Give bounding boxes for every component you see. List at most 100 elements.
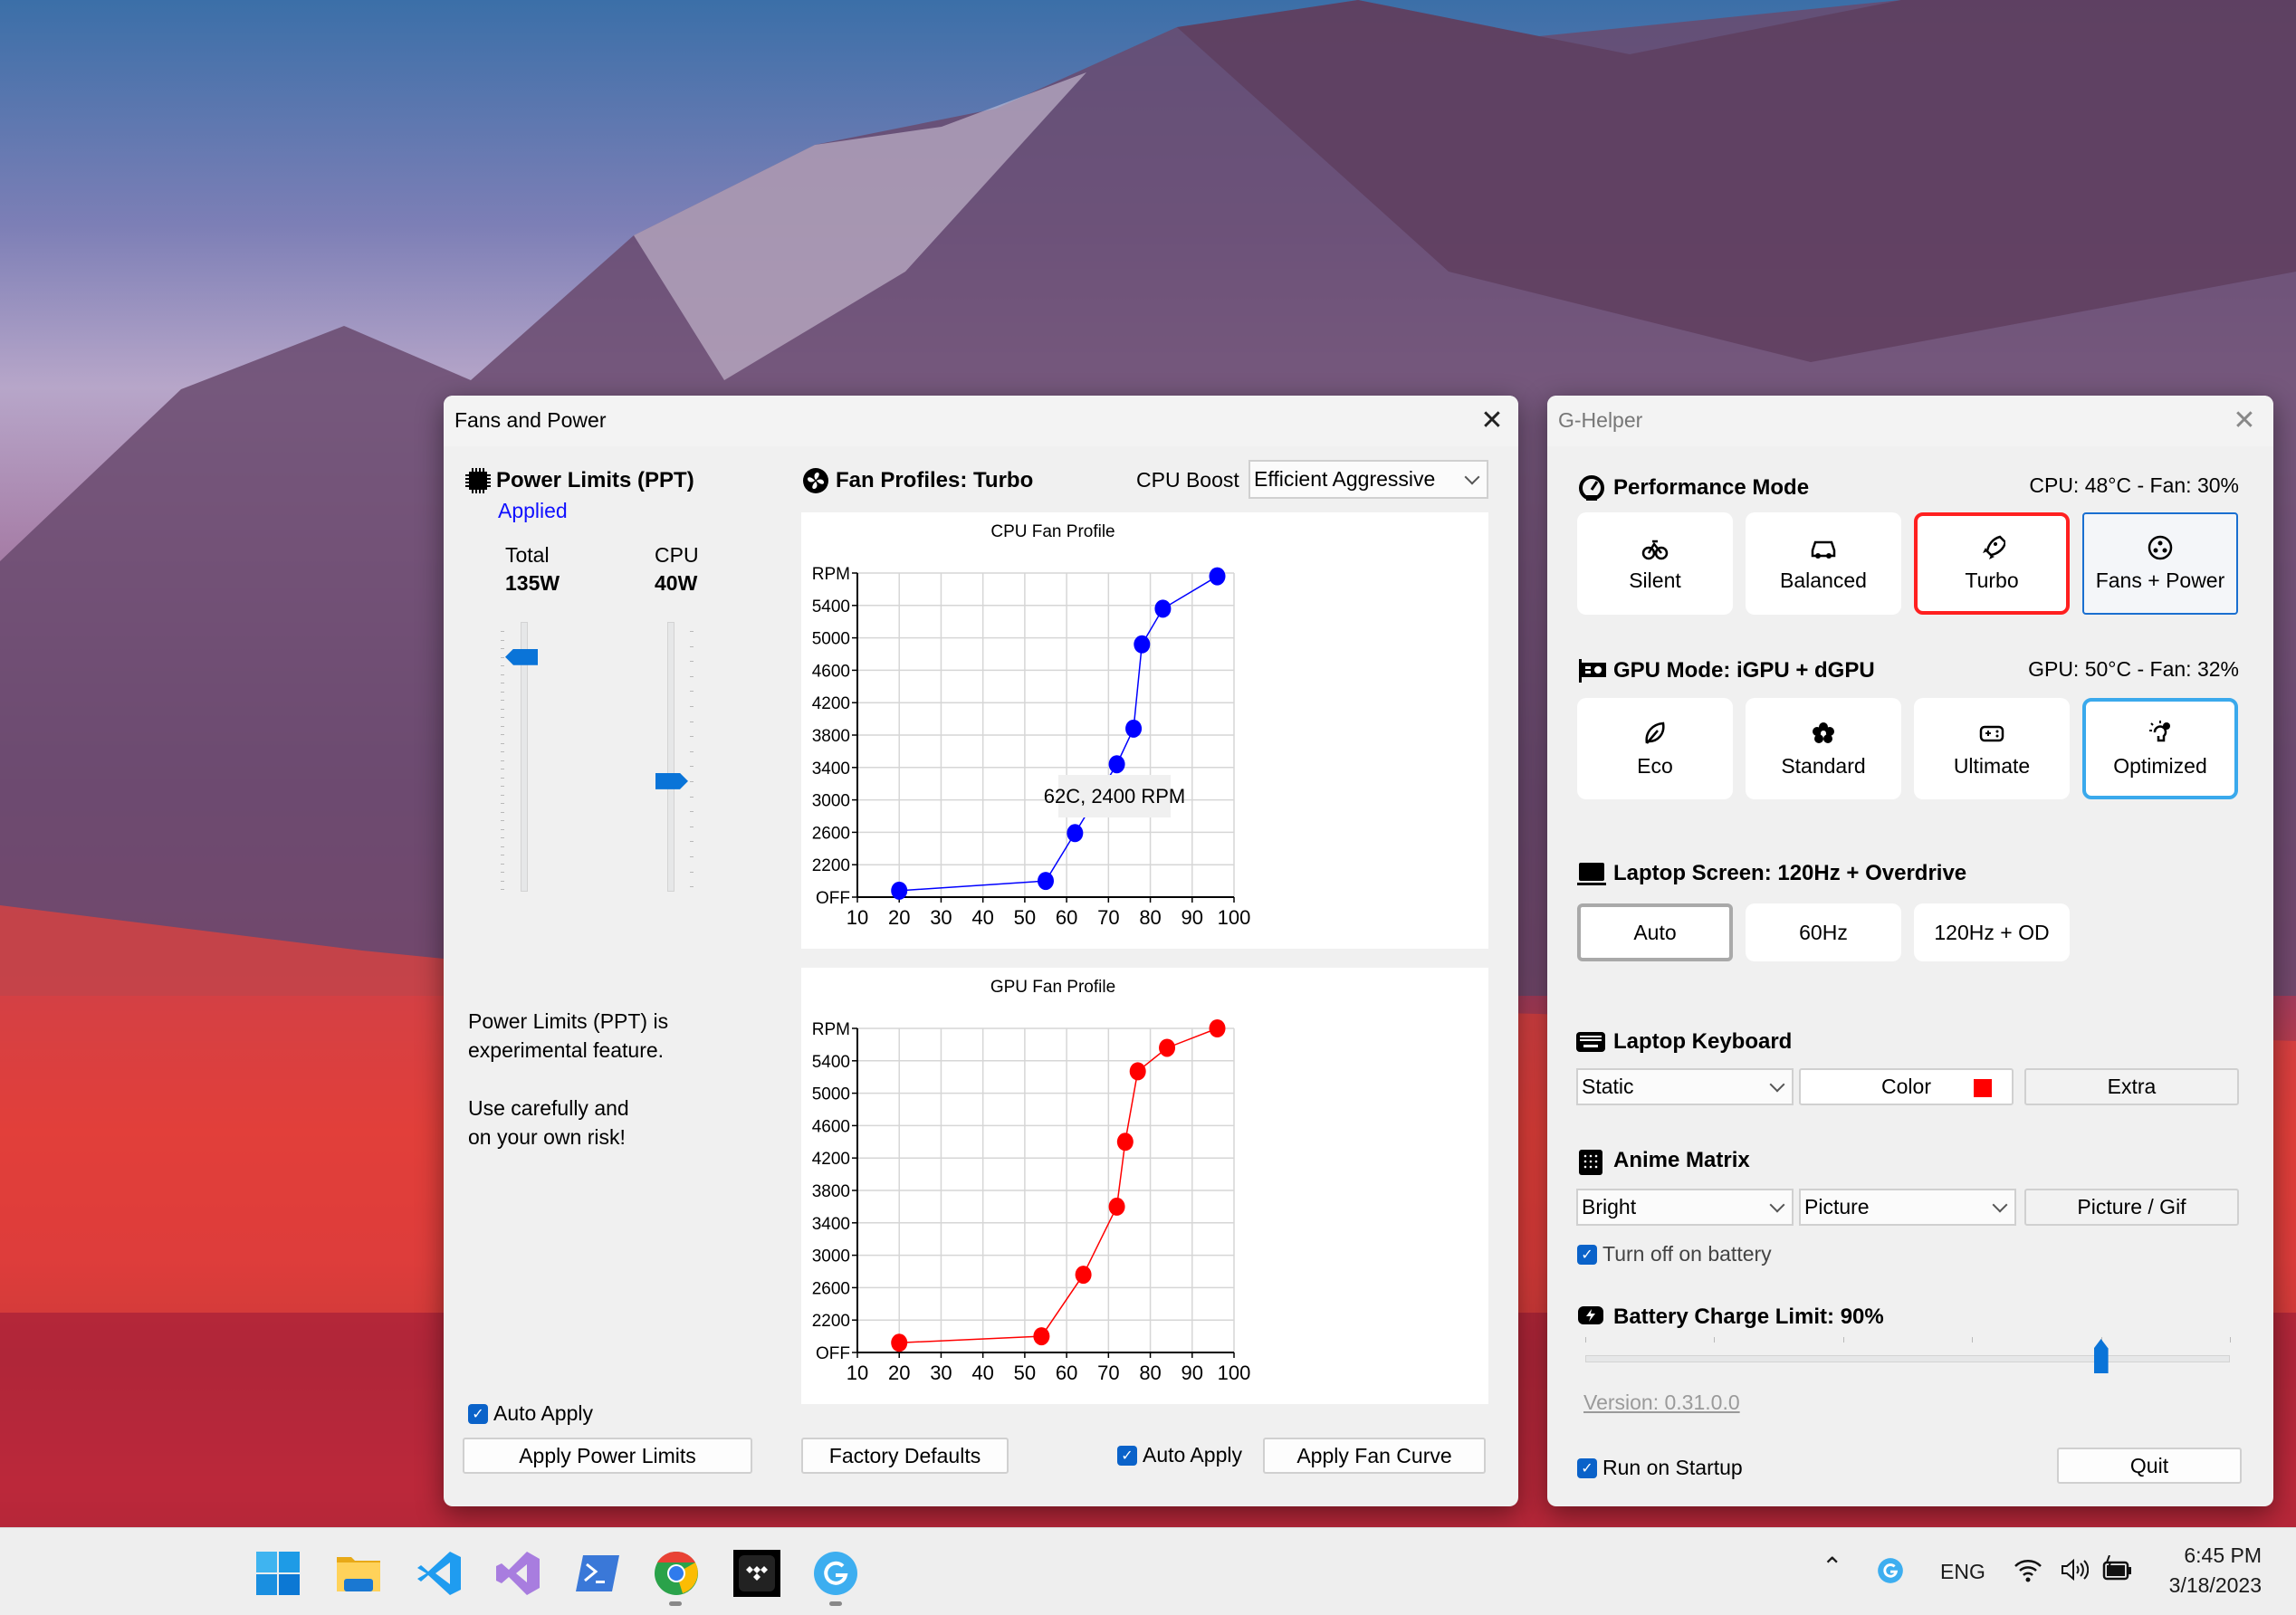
anime-brightness-dropdown[interactable]: Bright bbox=[1576, 1189, 1794, 1226]
anime-mode-dropdown[interactable]: Picture bbox=[1799, 1189, 2016, 1226]
chart-title: CPU Fan Profile bbox=[990, 522, 1115, 541]
data-point[interactable] bbox=[1209, 567, 1226, 586]
checkbox-checked-icon[interactable]: ✓ bbox=[1117, 1445, 1137, 1466]
performance-button-silent[interactable]: Silent bbox=[1577, 512, 1733, 615]
file-explorer-icon[interactable] bbox=[335, 1550, 382, 1597]
windows-start-icon[interactable] bbox=[254, 1550, 301, 1597]
screen-button-60hz[interactable]: 60Hz bbox=[1746, 903, 1901, 961]
volume-icon[interactable] bbox=[2060, 1557, 2089, 1582]
clock-date[interactable]: 3/18/2023 bbox=[2169, 1573, 2262, 1598]
y-tick-label: 5000 bbox=[812, 630, 850, 649]
data-point[interactable] bbox=[1209, 1019, 1226, 1037]
button-label: Auto bbox=[1633, 920, 1677, 944]
data-point[interactable] bbox=[1129, 1062, 1146, 1081]
checkbox-checked-icon[interactable]: ✓ bbox=[1577, 1244, 1597, 1265]
vscode-icon[interactable] bbox=[416, 1550, 463, 1597]
checkbox-checked-icon[interactable]: ✓ bbox=[468, 1403, 488, 1424]
tidal-icon[interactable] bbox=[733, 1550, 780, 1597]
button-label: Color bbox=[1881, 1075, 1931, 1098]
button-label: Eco bbox=[1637, 753, 1673, 778]
keyboard-extra-button[interactable]: Extra bbox=[2024, 1068, 2239, 1105]
factory-defaults-button[interactable]: Factory Defaults bbox=[801, 1438, 1009, 1474]
y-tick-label: 2600 bbox=[812, 824, 850, 843]
slider-tick bbox=[1842, 1337, 1844, 1343]
data-point[interactable] bbox=[1108, 1197, 1125, 1216]
data-point[interactable] bbox=[1033, 1327, 1050, 1346]
y-tick-label: OFF bbox=[816, 889, 850, 908]
title-bar[interactable]: Fans and Power ✕ bbox=[444, 396, 1518, 446]
data-point[interactable] bbox=[1038, 872, 1054, 891]
keyboard-mode-dropdown[interactable]: Static bbox=[1576, 1068, 1794, 1105]
powershell-icon[interactable] bbox=[574, 1550, 621, 1597]
data-point[interactable] bbox=[1159, 1038, 1176, 1057]
picture-gif-button[interactable]: Picture / Gif bbox=[2024, 1189, 2239, 1226]
data-point[interactable] bbox=[891, 1333, 908, 1352]
close-icon[interactable]: ✕ bbox=[2226, 403, 2263, 439]
visual-studio-icon[interactable] bbox=[494, 1550, 541, 1597]
slider-track[interactable] bbox=[1585, 1355, 2230, 1362]
data-point[interactable] bbox=[1108, 755, 1125, 774]
g-helper-icon[interactable] bbox=[812, 1550, 859, 1597]
slider-tick bbox=[690, 841, 694, 843]
data-point[interactable] bbox=[1075, 1266, 1092, 1285]
battery-icon[interactable] bbox=[2102, 1555, 2133, 1582]
data-point[interactable] bbox=[1067, 824, 1084, 843]
cpu-boost-dropdown[interactable]: Efficient Aggressive bbox=[1248, 460, 1488, 499]
checkbox-checked-icon[interactable]: ✓ bbox=[1577, 1457, 1597, 1478]
gpu-button-eco[interactable]: Eco bbox=[1577, 698, 1733, 799]
cpu-label: CPU bbox=[655, 543, 699, 567]
turn-off-on-battery-checkbox[interactable]: ✓ Turn off on battery bbox=[1577, 1242, 1772, 1266]
data-point[interactable] bbox=[891, 881, 908, 900]
gpu-button-optimized[interactable]: Optimized bbox=[2082, 698, 2238, 799]
keyboard-color-button[interactable]: Color bbox=[1799, 1068, 2014, 1105]
ppt-warning-line: Power Limits (PPT) is bbox=[468, 1009, 669, 1033]
data-point[interactable] bbox=[1154, 599, 1172, 618]
ppt-auto-apply-checkbox[interactable]: ✓ Auto Apply bbox=[468, 1401, 593, 1426]
performance-button-balanced[interactable]: Balanced bbox=[1746, 512, 1901, 615]
dropdown-value: Static bbox=[1582, 1075, 1634, 1098]
gpu-fan-chart-svg[interactable]: GPU Fan Profile 10 20 30 40 50 60 70 80 90 100 OFF 2… bbox=[801, 968, 1488, 1404]
data-point[interactable] bbox=[1125, 719, 1143, 738]
g-helper-tray-icon[interactable] bbox=[1877, 1557, 1904, 1584]
slider-thumb[interactable] bbox=[655, 772, 688, 789]
chrome-icon[interactable] bbox=[653, 1550, 700, 1597]
language-indicator[interactable]: ENG bbox=[1940, 1560, 1985, 1584]
slider-tick bbox=[1585, 1337, 1586, 1343]
screen-button-120hz-od[interactable]: 120Hz + OD bbox=[1914, 903, 2070, 961]
chevron-up-icon[interactable]: ⌃ bbox=[1822, 1552, 1842, 1582]
slider-track[interactable] bbox=[667, 622, 674, 892]
performance-button-fans-power[interactable]: Fans + Power bbox=[2082, 512, 2238, 615]
quit-button[interactable]: Quit bbox=[2057, 1448, 2242, 1484]
close-icon[interactable]: ✕ bbox=[1474, 403, 1510, 439]
apply-fan-curve-button[interactable]: Apply Fan Curve bbox=[1263, 1438, 1486, 1474]
slider-tick bbox=[690, 886, 694, 888]
clock-time[interactable]: 6:45 PM bbox=[2184, 1543, 2262, 1568]
cpu-fan-chart-svg[interactable]: CPU Fan Profile 10 20 30 40 50 60 70 80 90 100 OFF 2… bbox=[801, 512, 1488, 949]
gpu-button-standard[interactable]: Standard bbox=[1746, 698, 1901, 799]
x-tick-label: 30 bbox=[930, 1362, 952, 1384]
fan-auto-apply-checkbox[interactable]: ✓ Auto Apply bbox=[1117, 1443, 1242, 1467]
battery-charge-icon bbox=[1578, 1306, 1603, 1324]
y-tick-label: OFF bbox=[816, 1344, 850, 1363]
apply-power-limits-button[interactable]: Apply Power Limits bbox=[463, 1438, 752, 1474]
slider-thumb[interactable] bbox=[505, 648, 538, 665]
wifi-icon[interactable] bbox=[2014, 1557, 2042, 1582]
performance-button-turbo[interactable]: Turbo bbox=[1914, 512, 2070, 615]
slider-thumb[interactable] bbox=[2093, 1339, 2109, 1373]
button-label: 60Hz bbox=[1799, 920, 1848, 944]
slider-tick bbox=[690, 750, 694, 752]
slider-tick bbox=[690, 781, 694, 782]
version-link[interactable]: Version: 0.31.0.0 bbox=[1583, 1390, 1740, 1415]
button-label: Optimized bbox=[2113, 753, 2207, 778]
laptop-screen-title: Laptop Screen: 120Hz + Overdrive bbox=[1613, 861, 1967, 885]
dropdown-value: Picture bbox=[1804, 1195, 1870, 1218]
data-point[interactable] bbox=[1116, 1132, 1134, 1152]
slider-tick bbox=[501, 820, 504, 821]
run-on-startup-checkbox[interactable]: ✓ Run on Startup bbox=[1577, 1456, 1743, 1480]
slider-tick bbox=[501, 837, 504, 838]
data-point[interactable] bbox=[1134, 635, 1151, 654]
gpu-button-ultimate[interactable]: Ultimate bbox=[1914, 698, 2070, 799]
total-label: Total bbox=[505, 543, 550, 567]
title-bar[interactable]: G-Helper ✕ bbox=[1547, 396, 2273, 446]
screen-button-auto[interactable]: Auto bbox=[1577, 903, 1733, 961]
